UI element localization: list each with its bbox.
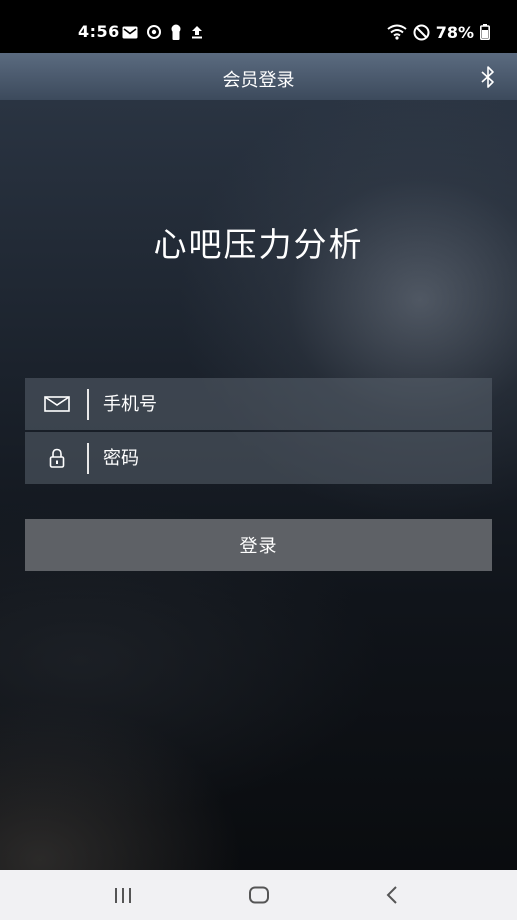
login-screen: 心吧压力分析 登录 [0,100,517,870]
status-system-icons: 78% [387,22,490,42]
gmail-icon [122,26,138,38]
password-field[interactable] [25,432,492,484]
lock-icon [49,448,65,468]
recents-icon[interactable] [112,887,134,904]
status-bar: 4:56 78% [0,0,517,53]
mail-icon [44,396,70,412]
wifi-icon [387,24,407,40]
battery-percentage: 78% [435,22,474,42]
app-header: 会员登录 [0,53,517,100]
home-icon[interactable] [248,886,270,904]
app-title: 心吧压力分析 [153,225,364,264]
field-divider [87,389,89,420]
back-icon[interactable] [385,885,399,905]
password-input[interactable] [103,432,483,484]
phone-input[interactable] [103,378,483,430]
sync-icon [147,25,161,39]
page-title: 会员登录 [222,70,295,91]
battery-icon [480,24,490,40]
keyhole-icon [171,24,181,40]
status-notification-icons [122,22,204,42]
do-not-disturb-icon [413,24,430,40]
status-time: 4:56 [78,22,120,41]
bluetooth-icon[interactable] [479,65,497,89]
phone-field[interactable] [25,378,492,430]
upload-icon [192,26,202,39]
login-button[interactable]: 登录 [25,519,492,571]
field-divider [87,443,89,474]
navigation-bar [0,870,517,920]
